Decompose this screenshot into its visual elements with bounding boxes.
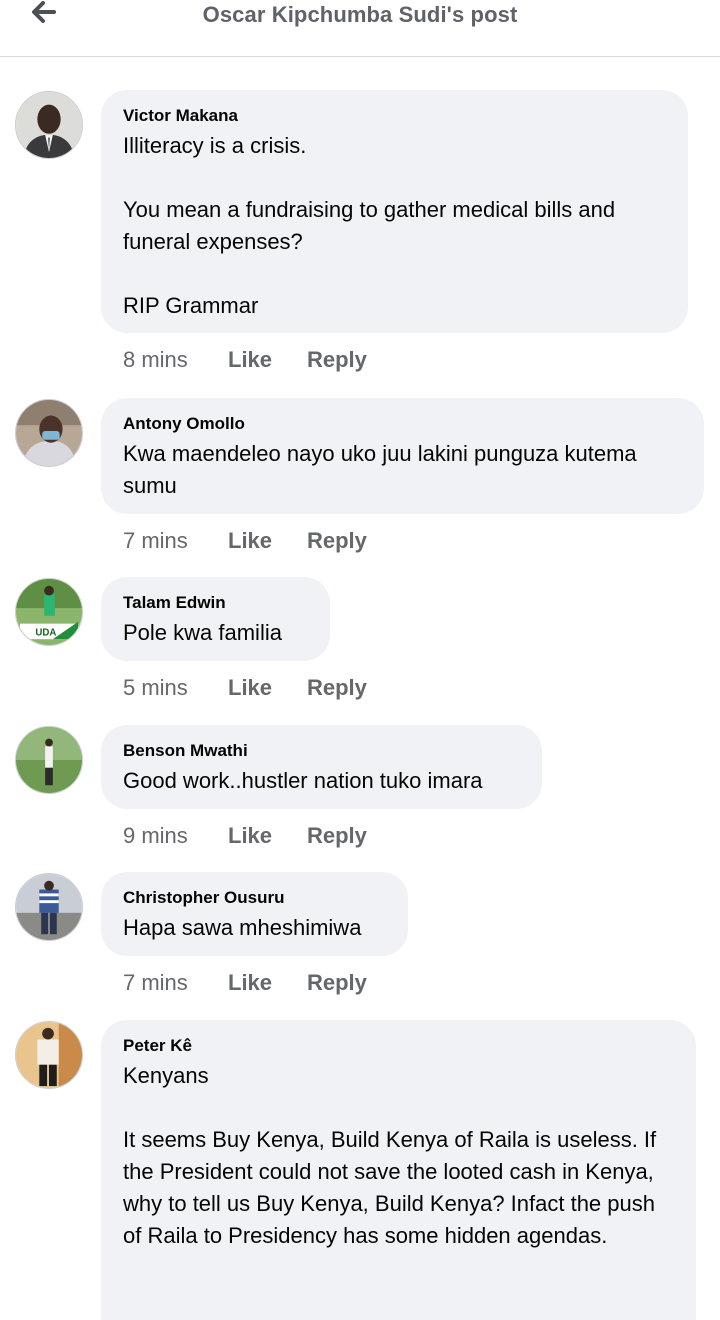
- uda-badge: UDA: [35, 627, 56, 638]
- comment-bubble[interactable]: Victor Makana Illiteracy is a crisis. Yo…: [101, 90, 688, 333]
- reply-button[interactable]: Reply: [307, 347, 367, 373]
- comment-text: Hapa sawa mheshimiwa: [123, 915, 362, 940]
- avatar[interactable]: [15, 91, 83, 159]
- comment-bubble[interactable]: Antony Omollo Kwa maendeleo nayo uko juu…: [101, 398, 704, 514]
- comment-time[interactable]: 9 mins: [123, 823, 188, 849]
- comment-time[interactable]: 8 mins: [123, 347, 188, 373]
- comment-author[interactable]: Benson Mwathi: [123, 741, 520, 761]
- comment-text: Kenyans It seems Buy Kenya, Build Kenya …: [123, 1063, 657, 1248]
- like-button[interactable]: Like: [228, 528, 272, 554]
- comment-author[interactable]: Antony Omollo: [123, 414, 682, 434]
- like-button[interactable]: Like: [228, 675, 272, 701]
- reply-button[interactable]: Reply: [307, 528, 367, 554]
- reply-button[interactable]: Reply: [307, 675, 367, 701]
- comment-author[interactable]: Peter Kê: [123, 1036, 674, 1056]
- comment-time[interactable]: 5 mins: [123, 675, 188, 701]
- like-button[interactable]: Like: [228, 823, 272, 849]
- comment-bubble[interactable]: Peter Kê Kenyans It seems Buy Kenya, Bui…: [101, 1020, 696, 1320]
- comment-bubble[interactable]: Christopher Ousuru Hapa sawa mheshimiwa: [101, 872, 408, 956]
- like-button[interactable]: Like: [228, 970, 272, 996]
- comment-text: Kwa maendeleo nayo uko juu lakini punguz…: [123, 441, 643, 498]
- like-button[interactable]: Like: [228, 347, 272, 373]
- comment-bubble[interactable]: Benson Mwathi Good work..hustler nation …: [101, 725, 542, 809]
- reply-button[interactable]: Reply: [307, 970, 367, 996]
- comment-time[interactable]: 7 mins: [123, 970, 188, 996]
- top-bar: Oscar Kipchumba Sudi's post: [0, 0, 720, 57]
- page-title: Oscar Kipchumba Sudi's post: [202, 2, 518, 27]
- comment-bubble[interactable]: Talam Edwin Pole kwa familia: [101, 577, 330, 661]
- comment-author[interactable]: Talam Edwin: [123, 593, 308, 613]
- avatar[interactable]: [15, 726, 83, 794]
- comment-author[interactable]: Victor Makana: [123, 106, 666, 126]
- avatar[interactable]: [15, 873, 83, 941]
- avatar[interactable]: UDA: [15, 578, 83, 646]
- avatar[interactable]: [15, 399, 83, 467]
- comment-text: Illiteracy is a crisis. You mean a fundr…: [123, 133, 616, 318]
- comment-time[interactable]: 7 mins: [123, 528, 188, 554]
- comment-text: Good work..hustler nation tuko imara: [123, 768, 483, 793]
- comment-author[interactable]: Christopher Ousuru: [123, 888, 386, 908]
- avatar[interactable]: [15, 1021, 83, 1089]
- comment-text: Pole kwa familia: [123, 620, 282, 645]
- reply-button[interactable]: Reply: [307, 823, 367, 849]
